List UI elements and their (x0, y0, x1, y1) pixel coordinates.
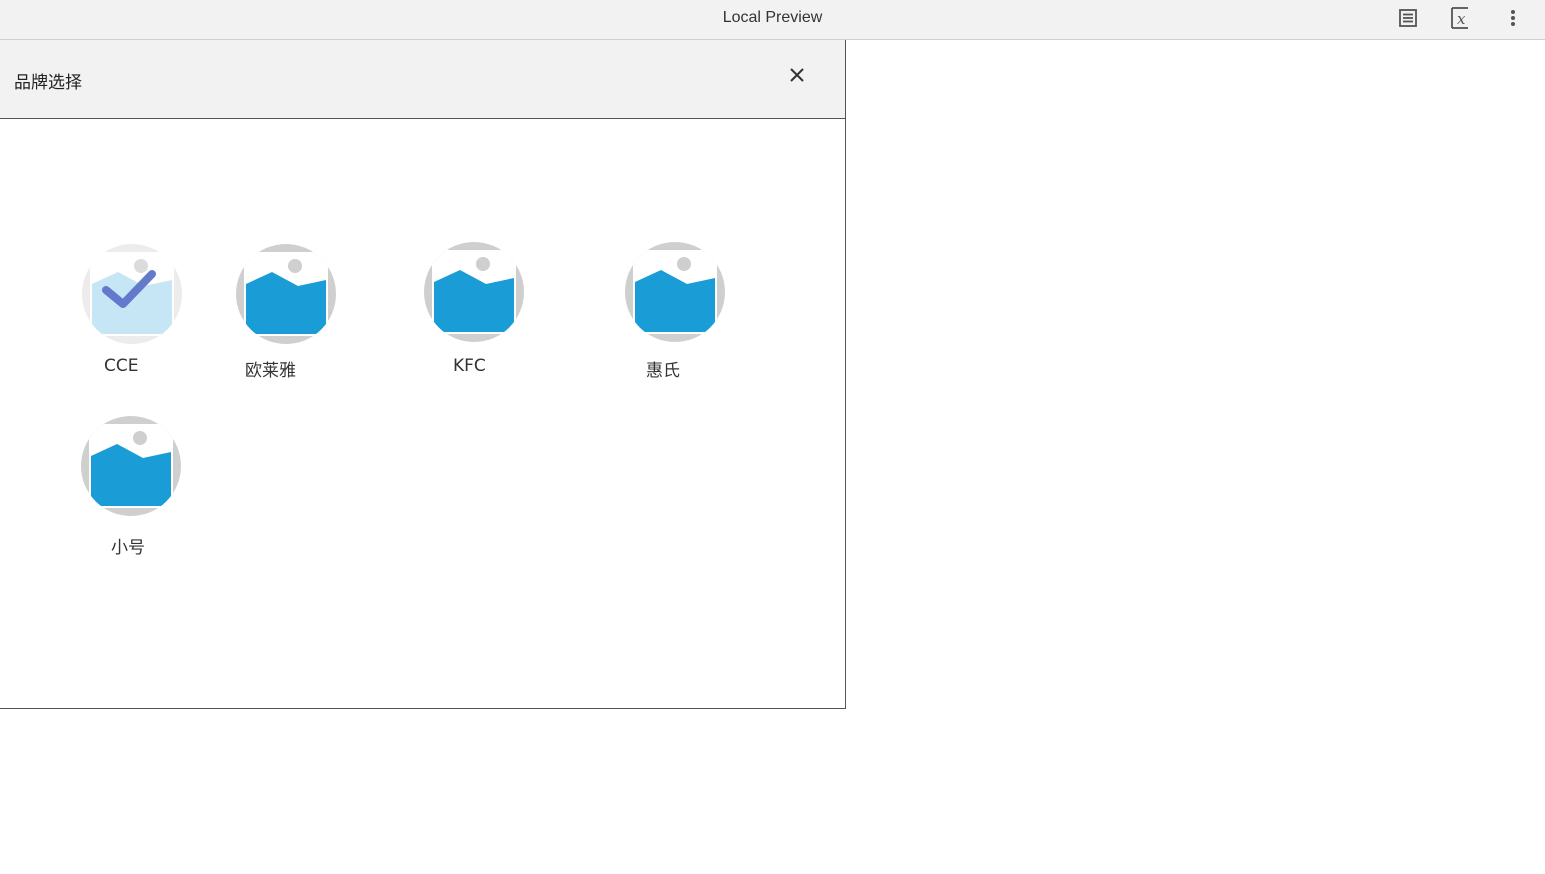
brand-item-loreal[interactable]: 欧莱雅 (226, 244, 346, 384)
brand-avatar (236, 244, 336, 344)
image-placeholder-icon (434, 257, 514, 332)
image-placeholder-icon (246, 259, 326, 334)
brand-label: 惠氏 (646, 361, 680, 381)
brand-avatar (81, 416, 181, 516)
brand-item-cce[interactable]: CCE (72, 244, 192, 384)
image-placeholder-icon (635, 257, 715, 332)
document-icon[interactable] (1396, 6, 1420, 30)
svg-text:x: x (1457, 10, 1466, 28)
more-vert-icon[interactable] (1501, 6, 1525, 30)
brand-item-xiaohao[interactable]: 小号 (71, 416, 191, 558)
brand-label: CCE (104, 356, 139, 376)
close-icon (790, 68, 804, 82)
dialog-header: 品牌选择 (0, 40, 845, 119)
brand-select-dialog: 品牌选择 CCE 欧莱雅 KFC 惠氏 小号 (0, 40, 846, 709)
variable-icon[interactable]: x (1448, 6, 1472, 30)
brand-item-kfc[interactable]: KFC (414, 242, 534, 382)
brand-avatar (82, 244, 182, 344)
dialog-title: 品牌选择 (14, 73, 82, 93)
brand-avatar (424, 242, 524, 342)
brand-item-wyeth[interactable]: 惠氏 (615, 242, 735, 382)
brand-label: KFC (453, 356, 486, 376)
brand-label: 小号 (111, 538, 145, 558)
window-title: Local Preview (722, 9, 823, 26)
brand-avatar (625, 242, 725, 342)
check-icon (102, 270, 156, 308)
image-placeholder-icon (91, 431, 171, 506)
close-button[interactable] (786, 64, 808, 86)
top-bar: Local Preview x (0, 0, 1545, 40)
brand-label: 欧莱雅 (245, 361, 296, 381)
